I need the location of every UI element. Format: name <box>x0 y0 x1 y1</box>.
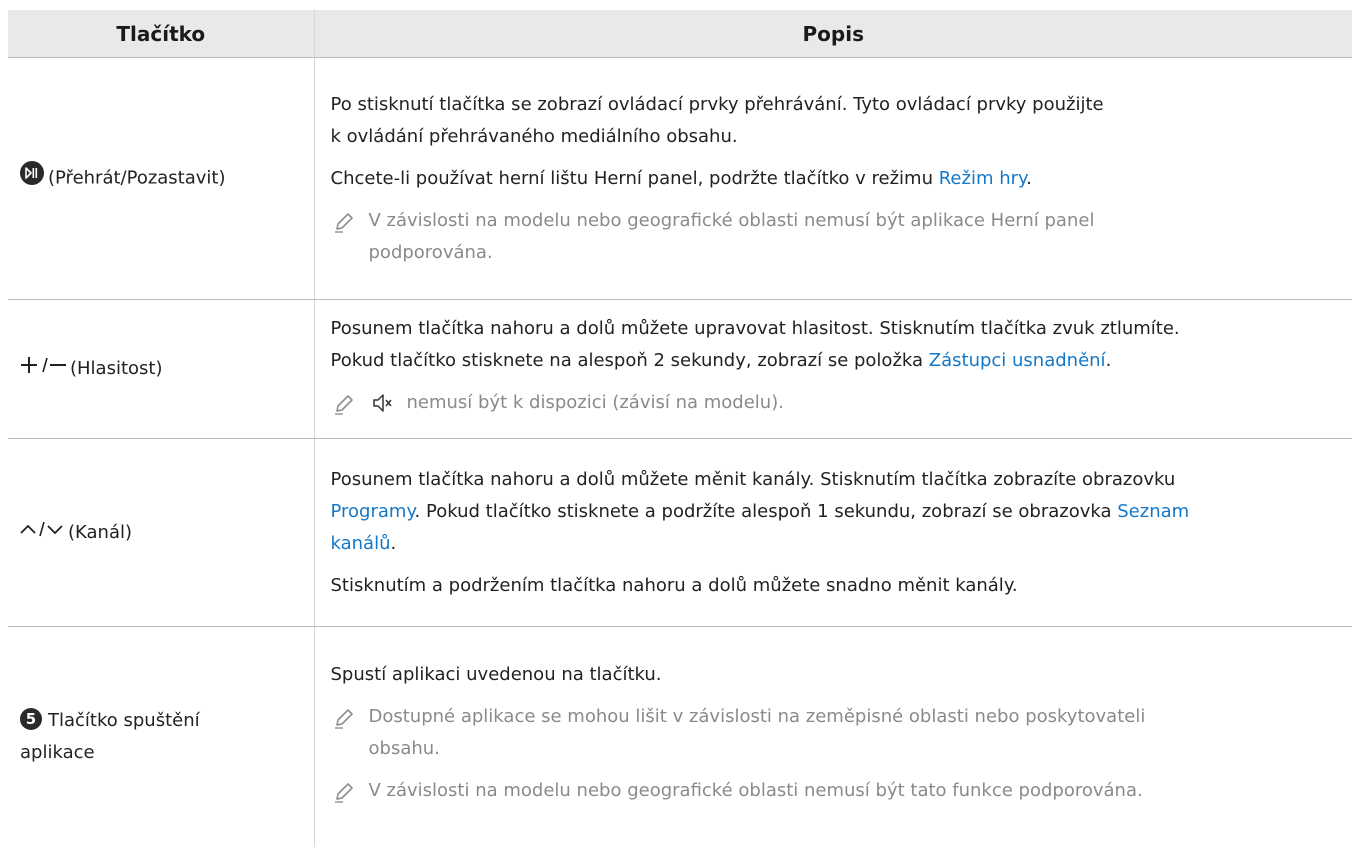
desc-text: . Pokud tlačítko stisknete a podržíte al… <box>414 500 1118 522</box>
button-cell-play-pause: (Přehrát/Pozastavit) <box>8 57 315 300</box>
pencil-icon <box>333 211 359 244</box>
remote-buttons-table: Tlačítko Popis (Přehrát/Pozastavit) Po s… <box>8 10 1352 847</box>
note-line: Dostupné aplikace se mohou lišit v závis… <box>368 706 1146 728</box>
channel-up-down-icon <box>20 517 64 549</box>
link-seznam-kanalu-cont[interactable]: kanálů <box>331 533 391 554</box>
desc-text: . <box>1105 349 1112 371</box>
desc-line: Programy. Pokud tlačítko stisknete a pod… <box>331 496 1339 528</box>
table-row: (Kanál) Posunem tlačítka nahoru a dolů m… <box>8 438 1352 627</box>
header-description: Popis <box>314 10 1352 58</box>
desc-paragraph: Stisknutím a podržením tlačítka nahoru a… <box>330 574 1018 596</box>
desc-line: kanálů. <box>331 528 1339 560</box>
note: Dostupné aplikace se mohou lišit v závis… <box>331 701 1339 765</box>
desc-line: Po stisknutí tlačítka se zobrazí ovládac… <box>330 93 1104 115</box>
desc-text: . <box>390 532 397 554</box>
note-line: podporována. <box>368 241 493 263</box>
volume-plus-minus-icon <box>20 353 66 385</box>
pencil-icon <box>333 393 359 426</box>
link-seznam-kanalu[interactable]: Seznam <box>1117 501 1189 522</box>
button-cell-app-launch: 5 Tlačítko spuštění aplikace <box>8 626 315 847</box>
link-rezim-hry[interactable]: Režim hry <box>939 168 1026 189</box>
desc-paragraph: Chcete-li používat herní lištu Herní pan… <box>331 163 1339 195</box>
button-label: (Hlasitost) <box>70 358 163 379</box>
note-line: V závislosti na modelu nebo geografické … <box>368 209 1095 231</box>
description-cell: Po stisknutí tlačítka se zobrazí ovládac… <box>314 57 1352 300</box>
desc-line: k ovládání přehrávaného mediálního obsah… <box>330 125 738 147</box>
button-label: (Kanál) <box>68 521 133 543</box>
note-text: V závislosti na modelu nebo geografické … <box>368 780 1143 802</box>
table-row: 5 Tlačítko spuštění aplikace Spustí aplik… <box>8 626 1352 847</box>
number-badge-icon: 5 <box>20 708 42 731</box>
button-label-line: aplikace <box>20 741 95 763</box>
desc-text: Pokud tlačítko stisknete na alespoň 2 se… <box>330 349 929 371</box>
desc-line: Spustí aplikaci uvedenou na tlačítku. <box>330 664 662 686</box>
desc-line: Posunem tlačítka nahoru a dolů můžete mě… <box>330 468 1176 490</box>
table-header-row: Tlačítko Popis <box>8 10 1352 58</box>
link-programy[interactable]: Programy <box>331 501 415 522</box>
note-text: nemusí být k dispozici (závisí na modelu… <box>406 391 784 413</box>
button-label: Tlačítko spuštění <box>48 709 200 731</box>
play-pause-icon <box>20 161 44 196</box>
note: nemusí být k dispozici (závisí na modelu… <box>331 387 1339 426</box>
table-row: (Hlasitost) Posunem tlačítka nahoru a do… <box>8 299 1352 439</box>
desc-line: Pokud tlačítko stisknete na alespoň 2 se… <box>331 345 1339 377</box>
pencil-icon <box>333 781 359 814</box>
button-cell-channel: (Kanál) <box>8 438 315 627</box>
button-label: (Přehrát/Pozastavit) <box>48 167 226 189</box>
description-cell: Posunem tlačítka nahoru a dolů můžete up… <box>314 299 1352 439</box>
note: V závislosti na modelu nebo geografické … <box>331 775 1339 814</box>
desc-text: Chcete-li používat herní lištu Herní pan… <box>330 167 939 189</box>
desc-line: Posunem tlačítka nahoru a dolů můžete up… <box>330 317 1180 339</box>
header-button: Tlačítko <box>8 10 315 58</box>
table-row: (Přehrát/Pozastavit) Po stisknutí tlačít… <box>8 57 1352 300</box>
note: V závislosti na modelu nebo geografické … <box>331 205 1339 269</box>
button-cell-volume: (Hlasitost) <box>8 299 315 439</box>
note-line: obsahu. <box>368 738 440 760</box>
description-cell: Spustí aplikaci uvedenou na tlačítku. Do… <box>314 627 1352 847</box>
pencil-icon <box>333 707 359 740</box>
link-zastupci-usnadneni[interactable]: Zástupci usnadnění <box>929 350 1106 371</box>
desc-text: . <box>1026 167 1032 189</box>
button-label-line: 5 Tlačítko spuštění <box>20 705 300 737</box>
mute-icon <box>371 392 393 425</box>
description-cell: Posunem tlačítka nahoru a dolů můžete mě… <box>314 438 1352 627</box>
